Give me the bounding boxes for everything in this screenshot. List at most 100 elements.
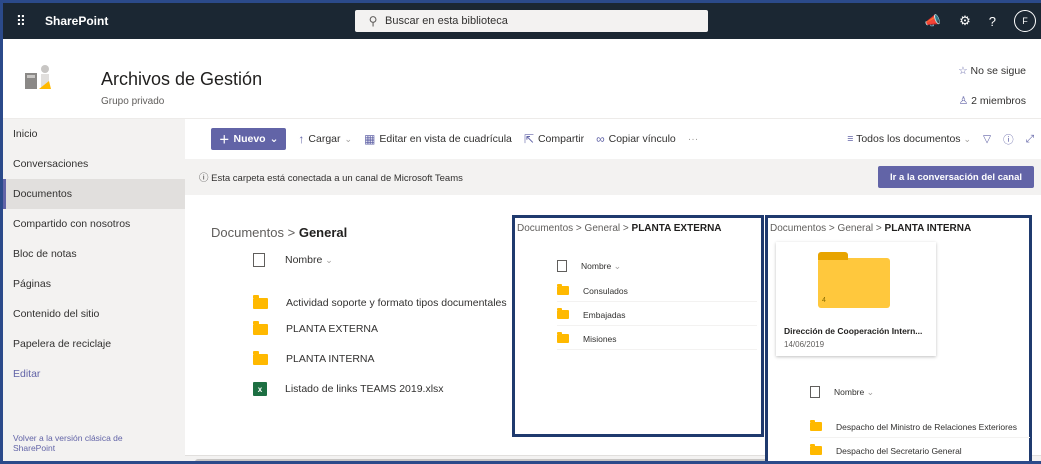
breadcrumb: Documentos > General [211, 225, 347, 240]
nav-item-documentos[interactable]: Documentos [3, 179, 185, 209]
column-name-label: Nombre [834, 386, 865, 397]
list-item[interactable]: Embajadas [557, 304, 757, 326]
go-to-channel-button[interactable]: Ir a la conversación del canal [877, 166, 1034, 188]
breadcrumb-separator: > [622, 223, 632, 234]
nav-item-paginas[interactable]: Páginas [3, 269, 185, 299]
list-item[interactable]: Actividad soporte y formato tipos docume… [253, 291, 507, 315]
left-navigation: Inicio Conversaciones Documentos Compart… [3, 119, 185, 461]
view-switcher[interactable]: ≡ Todos los documentos ⌄ [847, 133, 971, 145]
panel-list-header: Nombre ⌄ [810, 386, 874, 398]
copy-link-button[interactable]: ∞ Copiar vínculo [596, 132, 676, 146]
app-launcher-icon[interactable]: ⠿ [3, 3, 39, 39]
folder-tile[interactable]: 4 Dirección de Cooperación Intern... 14/… [776, 242, 936, 356]
folder-name[interactable]: Despacho del Secretario General [836, 446, 962, 456]
filter-icon[interactable]: ▽ [983, 133, 991, 145]
nav-item-compartido[interactable]: Compartido con nosotros [3, 209, 185, 239]
nav-item-contenido-sitio[interactable]: Contenido del sitio [3, 299, 185, 329]
file-type-icon [557, 260, 567, 272]
help-icon[interactable]: ? [989, 14, 996, 29]
grid-icon: ▦ [364, 132, 376, 146]
list-item[interactable]: PLANTA EXTERNA [253, 317, 378, 341]
members-button[interactable]: ♙ 2 miembros [959, 95, 1026, 107]
folder-icon [557, 284, 569, 295]
file-name[interactable]: Actividad soporte y formato tipos docume… [286, 297, 507, 309]
app-name[interactable]: SharePoint [45, 14, 108, 28]
scrollbar-thumb[interactable] [195, 459, 775, 461]
info-icon: ⓘ [199, 173, 212, 184]
site-logo [25, 65, 51, 89]
share-button[interactable]: ⇱ Compartir [524, 132, 584, 146]
breadcrumb-separator: > [575, 223, 585, 234]
folder-icon [810, 420, 822, 431]
list-item[interactable]: PLANTA INTERNA [253, 347, 375, 371]
chevron-down-icon: ⌄ [344, 133, 353, 144]
file-name[interactable]: PLANTA EXTERNA [286, 323, 378, 335]
classic-view-link[interactable]: Volver a la versión clásica de SharePoin… [13, 433, 163, 453]
gear-icon[interactable]: ⚙ [959, 13, 971, 29]
list-view-icon: ≡ [847, 133, 854, 145]
nav-item-papelera[interactable]: Papelera de reciclaje [3, 329, 185, 359]
panel-list-header: Nombre ⌄ [557, 260, 621, 272]
chevron-down-icon: ⌄ [963, 134, 972, 144]
breadcrumb-root[interactable]: Documentos [770, 223, 826, 234]
breadcrumb-separator: > [875, 223, 885, 234]
link-icon: ∞ [596, 132, 605, 146]
breadcrumb-current: General [298, 225, 348, 240]
list-item[interactable]: Misiones [557, 328, 757, 350]
column-header-name[interactable]: Nombre ⌄ [581, 261, 621, 272]
upload-icon: ↑ [298, 132, 305, 146]
folder-name[interactable]: Embajadas [583, 310, 626, 320]
sharepoint-window: ⠿ SharePoint ⚲ Buscar en esta biblioteca… [0, 0, 1041, 464]
grid-label: Editar en vista de cuadrícula [379, 133, 512, 145]
file-name[interactable]: PLANTA INTERNA [286, 353, 375, 365]
list-item[interactable]: Despacho del Ministro de Relaciones Exte… [810, 416, 1030, 438]
list-item[interactable]: Consulados [557, 280, 757, 302]
site-title: Archivos de Gestión [101, 69, 263, 89]
copy-link-label: Copiar vínculo [608, 133, 676, 145]
nav-item-bloc-de-notas[interactable]: Bloc de notas [3, 239, 185, 269]
grid-view-button[interactable]: ▦ Editar en vista de cuadrícula [364, 132, 512, 146]
folder-icon [253, 320, 268, 335]
panel-breadcrumb: Documentos > General > PLANTA EXTERNA [517, 223, 722, 234]
upload-button[interactable]: ↑ Cargar ⌄ [298, 132, 352, 146]
folder-icon: 4 [818, 252, 890, 308]
excel-icon: x [253, 382, 267, 396]
expand-icon[interactable]: ⤢ [1026, 133, 1034, 146]
breadcrumb-mid[interactable]: General [585, 223, 621, 234]
file-type-icon [810, 386, 820, 398]
follow-button[interactable]: ☆ No se sigue [958, 65, 1026, 77]
suite-actions: 📣 ⚙ ? F [925, 3, 1036, 39]
folder-name[interactable]: Consulados [583, 286, 628, 296]
column-name-label: Nombre [285, 254, 323, 266]
info-icon[interactable]: ⓘ [1003, 132, 1014, 147]
search-icon: ⚲ [368, 14, 378, 28]
file-type-icon [253, 253, 265, 267]
search-box[interactable]: ⚲ Buscar en esta biblioteca [355, 10, 708, 32]
nav-item-conversaciones[interactable]: Conversaciones [3, 149, 185, 179]
suite-bar: ⠿ SharePoint ⚲ Buscar en esta biblioteca… [3, 3, 1041, 39]
breadcrumb-root[interactable]: Documentos [517, 223, 573, 234]
new-button[interactable]: ＋ Nuevo ⌄ [211, 128, 287, 150]
breadcrumb-mid[interactable]: General [838, 223, 874, 234]
list-item[interactable]: Despacho del Secretario General [810, 440, 1030, 461]
breadcrumb-root[interactable]: Documentos [211, 225, 284, 240]
breadcrumb-current: PLANTA INTERNA [884, 223, 972, 234]
megaphone-icon[interactable]: 📣 [925, 13, 941, 29]
new-label: Nuevo [233, 133, 266, 145]
banner-text: ⓘ Esta carpeta está conectada a un canal… [199, 170, 463, 184]
breadcrumb-current: PLANTA EXTERNA [631, 223, 722, 234]
column-header-name[interactable]: Nombre ⌄ [285, 254, 333, 266]
folder-name[interactable]: Despacho del Ministro de Relaciones Exte… [836, 422, 1017, 432]
view-label: Todos los documentos [856, 133, 961, 145]
folder-name[interactable]: Misiones [583, 334, 617, 344]
chevron-down-icon: ⌄ [613, 260, 622, 271]
avatar[interactable]: F [1014, 10, 1036, 32]
list-item[interactable]: x Listado de links TEAMS 2019.xlsx [253, 377, 444, 401]
more-button[interactable]: ··· [688, 133, 699, 145]
planta-externa-panel: Documentos > General > PLANTA EXTERNA No… [512, 215, 764, 437]
column-header-name[interactable]: Nombre ⌄ [834, 387, 874, 398]
nav-item-inicio[interactable]: Inicio [3, 119, 185, 149]
nav-edit-link[interactable]: Editar [3, 359, 185, 389]
file-name[interactable]: Listado de links TEAMS 2019.xlsx [285, 383, 444, 395]
site-subtitle: Grupo privado [101, 96, 165, 107]
